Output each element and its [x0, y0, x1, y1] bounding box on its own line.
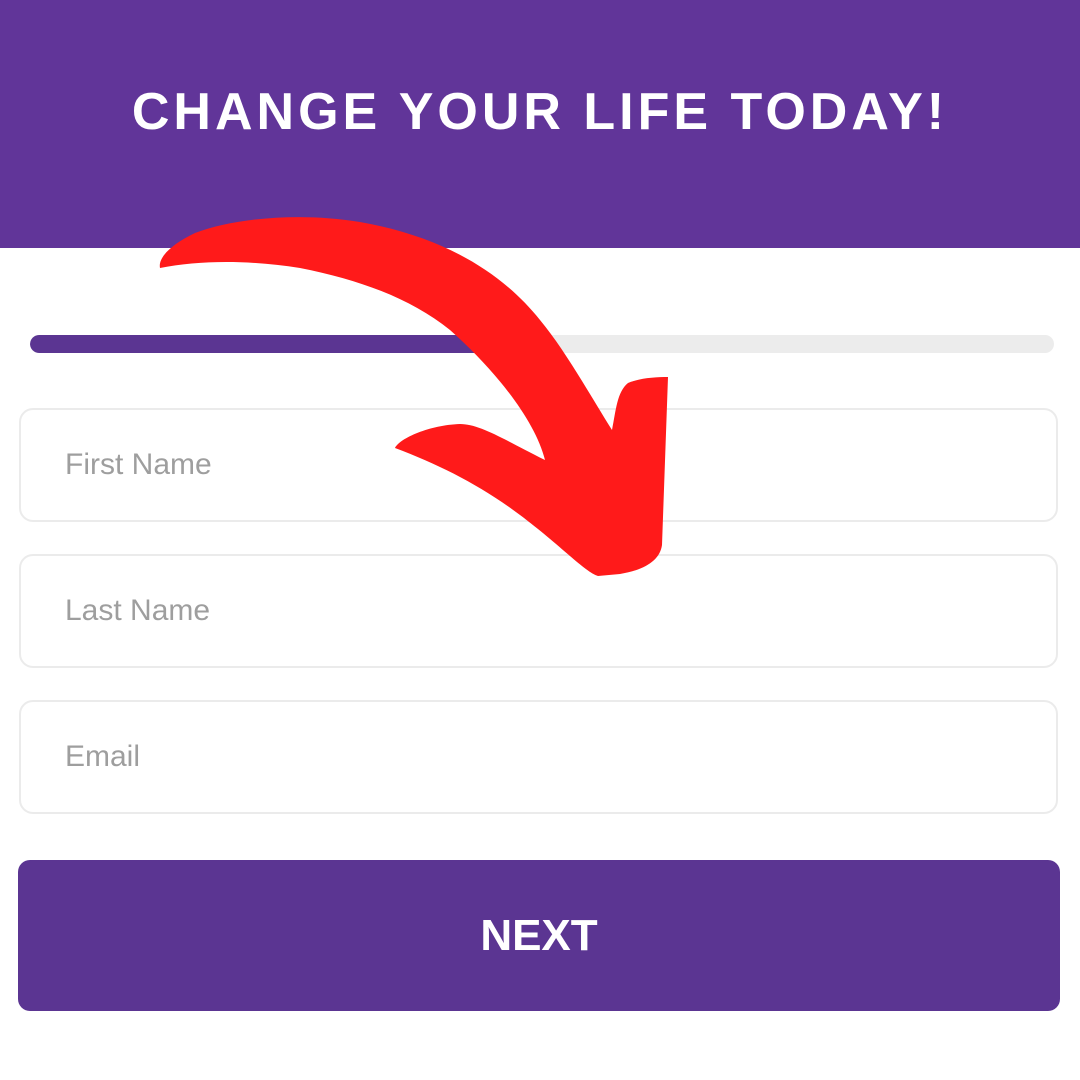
progress-bar — [30, 335, 1054, 353]
first-name-field[interactable] — [19, 408, 1058, 522]
page-title: CHANGE YOUR LIFE TODAY! — [131, 83, 949, 141]
last-name-input[interactable] — [21, 556, 1056, 666]
email-input[interactable] — [21, 702, 1056, 812]
progress-fill — [30, 335, 542, 353]
last-name-field[interactable] — [19, 554, 1058, 668]
next-button[interactable]: NEXT — [18, 860, 1060, 1011]
header-banner: CHANGE YOUR LIFE TODAY! — [0, 0, 1080, 248]
first-name-input[interactable] — [21, 410, 1056, 520]
email-field[interactable] — [19, 700, 1058, 814]
